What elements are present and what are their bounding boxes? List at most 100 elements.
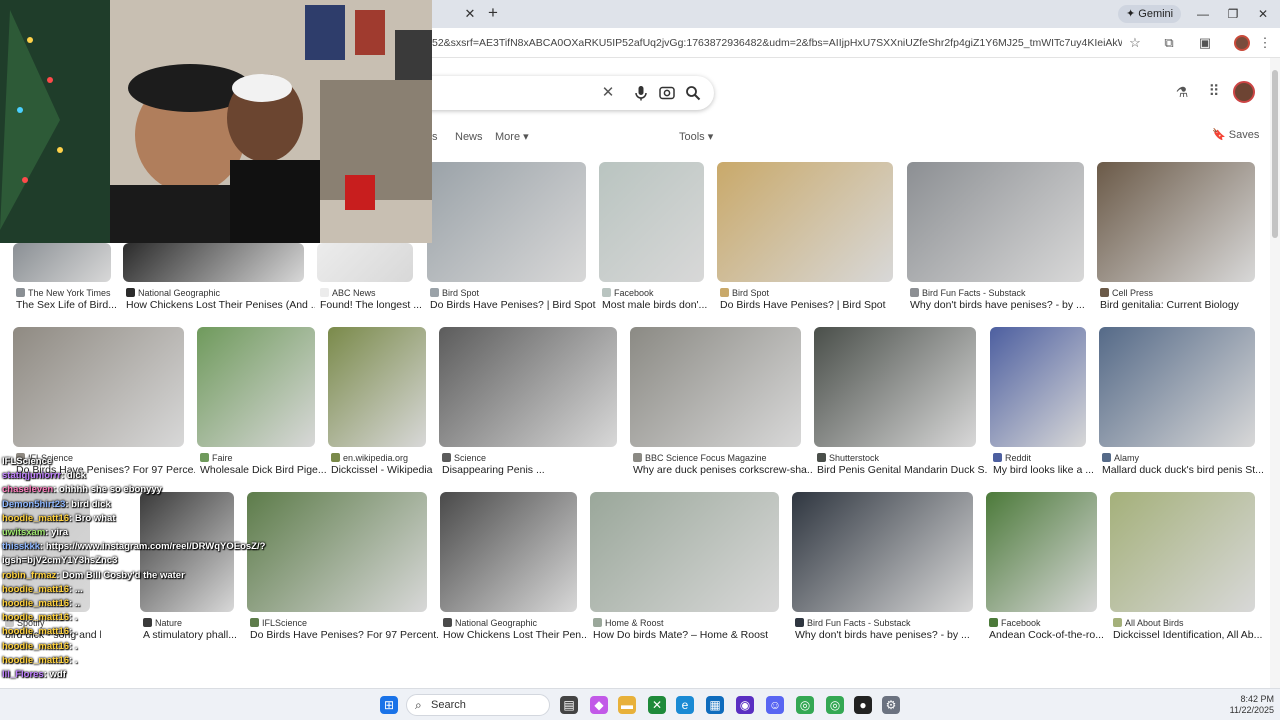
result-source[interactable]: IFLScience bbox=[250, 617, 430, 629]
address-bar[interactable]: 52&sxsrf=AE3TifN8xABCA0OXaRKU5IP52afUq2j… bbox=[432, 36, 1122, 50]
result-thumbnail[interactable] bbox=[197, 327, 315, 447]
chrome-active-icon[interactable]: ◎ bbox=[826, 696, 844, 714]
result-thumbnail[interactable] bbox=[13, 243, 111, 282]
image-result-card[interactable]: BBC Science Focus Magazine Why are duck p… bbox=[630, 327, 812, 487]
system-clock[interactable]: 8:42 PM 11/22/2025 bbox=[1218, 694, 1274, 716]
filter-more[interactable]: More ▾ bbox=[495, 129, 529, 145]
result-thumbnail[interactable] bbox=[990, 327, 1086, 447]
result-thumbnail[interactable] bbox=[717, 162, 893, 282]
result-source[interactable]: BBC Science Focus Magazine bbox=[633, 452, 804, 464]
result-source[interactable]: Alamy bbox=[1102, 452, 1258, 464]
search-icon[interactable] bbox=[684, 84, 702, 102]
minimize-icon[interactable]: — bbox=[1188, 4, 1218, 24]
result-source[interactable]: Bird Fun Facts - Substack bbox=[910, 287, 1087, 299]
image-result-card[interactable]: All About Birds Dickcissel Identification… bbox=[1110, 492, 1262, 652]
result-source[interactable]: Cell Press bbox=[1100, 287, 1258, 299]
result-caption[interactable]: Why don't birds have penises? - by ... bbox=[795, 629, 984, 642]
result-source[interactable]: Shutterstock bbox=[817, 452, 979, 464]
clear-search-icon[interactable]: ✕ bbox=[599, 84, 617, 102]
scrollbar-thumb[interactable] bbox=[1272, 70, 1278, 238]
start-windows-icon[interactable]: ⊞ bbox=[380, 696, 398, 714]
result-source[interactable]: The New York Times bbox=[16, 287, 114, 299]
saves-button[interactable]: 🔖 Saves bbox=[1212, 127, 1259, 143]
result-caption[interactable]: Do Birds Have Penises? For 97 Percent... bbox=[250, 629, 438, 642]
result-thumbnail[interactable] bbox=[814, 327, 976, 447]
result-caption[interactable]: Andean Cock-of-the-ro... bbox=[989, 629, 1108, 642]
image-result-card[interactable]: en.wikipedia.org Dickcissel - Wikipedia bbox=[328, 327, 433, 487]
image-result-card[interactable]: Shutterstock Bird Penis Genital Mandarin … bbox=[814, 327, 987, 487]
result-thumbnail[interactable] bbox=[1097, 162, 1255, 282]
gemini-button[interactable]: ✦ Gemini bbox=[1118, 5, 1182, 23]
obs-icon[interactable]: ◉ bbox=[736, 696, 754, 714]
result-thumbnail[interactable] bbox=[328, 327, 426, 447]
side-panel-icon[interactable]: ▣ bbox=[1196, 34, 1214, 52]
app-icon[interactable]: ● bbox=[854, 696, 872, 714]
image-result-card[interactable]: Cell Press Bird genitalia: Current Biolog… bbox=[1097, 162, 1255, 322]
result-source[interactable]: en.wikipedia.org bbox=[331, 452, 429, 464]
taskbar-search[interactable]: ⌕ Search bbox=[406, 694, 550, 716]
result-thumbnail[interactable] bbox=[599, 162, 704, 282]
xbox-icon[interactable]: ✕ bbox=[648, 696, 666, 714]
result-thumbnail[interactable] bbox=[907, 162, 1084, 282]
result-caption[interactable]: Do Birds Have Penises? | Bird Spot bbox=[720, 299, 904, 312]
profile-avatar[interactable] bbox=[1234, 35, 1250, 51]
filter-tools[interactable]: Tools ▾ bbox=[679, 129, 713, 145]
discord-icon[interactable]: ☺ bbox=[766, 696, 784, 714]
chrome-icon[interactable]: ◎ bbox=[796, 696, 814, 714]
result-thumbnail[interactable] bbox=[1110, 492, 1255, 612]
image-result-card[interactable]: Alamy Mallard duck duck's bird penis St..… bbox=[1099, 327, 1264, 487]
lens-camera-icon[interactable] bbox=[658, 84, 676, 102]
result-source[interactable]: Bird Spot bbox=[720, 287, 896, 299]
result-caption[interactable]: How Chickens Lost Their Pen... bbox=[443, 629, 588, 642]
result-source[interactable]: Home & Roost bbox=[593, 617, 782, 629]
result-caption[interactable]: Disappearing Penis ... bbox=[442, 464, 628, 477]
account-avatar[interactable] bbox=[1233, 81, 1255, 103]
result-source[interactable]: All About Birds bbox=[1113, 617, 1258, 629]
image-result-card[interactable]: Science Disappearing Penis ... bbox=[439, 327, 617, 487]
result-thumbnail[interactable] bbox=[13, 327, 184, 447]
result-source[interactable]: Facebook bbox=[989, 617, 1100, 629]
result-caption[interactable]: How Do birds Mate? – Home & Roost bbox=[593, 629, 790, 642]
bookmark-star-icon[interactable]: ☆ bbox=[1126, 34, 1144, 52]
image-result-card[interactable]: Facebook Andean Cock-of-the-ro... bbox=[986, 492, 1104, 652]
result-caption[interactable]: The Sex Life of Bird... bbox=[16, 299, 122, 312]
result-caption[interactable]: Bird genitalia: Current Biology bbox=[1100, 299, 1266, 312]
maximize-icon[interactable]: ❐ bbox=[1218, 4, 1248, 24]
result-caption[interactable]: How Chickens Lost Their Penises (And ... bbox=[126, 299, 315, 312]
result-thumbnail[interactable] bbox=[317, 243, 413, 282]
result-caption[interactable]: Found! The longest ... bbox=[320, 299, 424, 312]
result-thumbnail[interactable] bbox=[986, 492, 1097, 612]
result-caption[interactable]: Most male birds don'... bbox=[602, 299, 715, 312]
image-result-card[interactable]: Reddit My bird looks like a ... bbox=[990, 327, 1094, 487]
scrollbar[interactable] bbox=[1270, 58, 1280, 688]
menu-kebab-icon[interactable]: ⋮ bbox=[1256, 34, 1274, 52]
new-tab-icon[interactable]: + bbox=[484, 4, 502, 22]
image-result-card[interactable]: The New York Times The Sex Life of Bird..… bbox=[13, 243, 117, 322]
result-source[interactable]: National Geographic bbox=[126, 287, 307, 299]
apps-grid-icon[interactable]: ⠿ bbox=[1206, 84, 1222, 100]
result-caption[interactable]: Why don't birds have penises? - by ... bbox=[910, 299, 1095, 312]
copilot-icon[interactable]: ◆ bbox=[590, 696, 608, 714]
image-result-card[interactable]: IFLScience Do Birds Have Penises? For 97 … bbox=[247, 492, 438, 652]
result-caption[interactable]: Dickcissel Identification, All Ab... bbox=[1113, 629, 1266, 642]
result-source[interactable]: Reddit bbox=[993, 452, 1089, 464]
image-result-card[interactable]: ABC News Found! The longest ... bbox=[317, 243, 422, 322]
result-caption[interactable]: Bird Penis Genital Mandarin Duck S... bbox=[817, 464, 987, 477]
result-thumbnail[interactable] bbox=[439, 327, 617, 447]
microphone-icon[interactable] bbox=[632, 84, 650, 102]
image-result-card[interactable]: Bird Spot Do Birds Have Penises? | Bird S… bbox=[717, 162, 893, 322]
file-explorer-icon[interactable]: ▬ bbox=[618, 696, 636, 714]
result-thumbnail[interactable] bbox=[1099, 327, 1255, 447]
image-result-card[interactable]: Bird Spot Do Birds Have Penises? | Bird S… bbox=[427, 162, 596, 322]
result-source[interactable]: ABC News bbox=[320, 287, 416, 299]
result-source[interactable]: Science bbox=[442, 452, 620, 464]
result-thumbnail[interactable] bbox=[247, 492, 427, 612]
edge-browser-icon[interactable]: e bbox=[676, 696, 694, 714]
image-result-card[interactable]: Bird Fun Facts - Substack Why don't birds… bbox=[907, 162, 1087, 322]
tab-close-icon[interactable]: ✕ bbox=[462, 6, 478, 22]
result-thumbnail[interactable] bbox=[630, 327, 801, 447]
task-view-icon[interactable]: ▤ bbox=[560, 696, 578, 714]
result-source[interactable]: National Geographic bbox=[443, 617, 580, 629]
close-window-icon[interactable]: ✕ bbox=[1248, 4, 1278, 24]
image-result-card[interactable]: Bird Fun Facts - Substack Why don't birds… bbox=[792, 492, 973, 652]
